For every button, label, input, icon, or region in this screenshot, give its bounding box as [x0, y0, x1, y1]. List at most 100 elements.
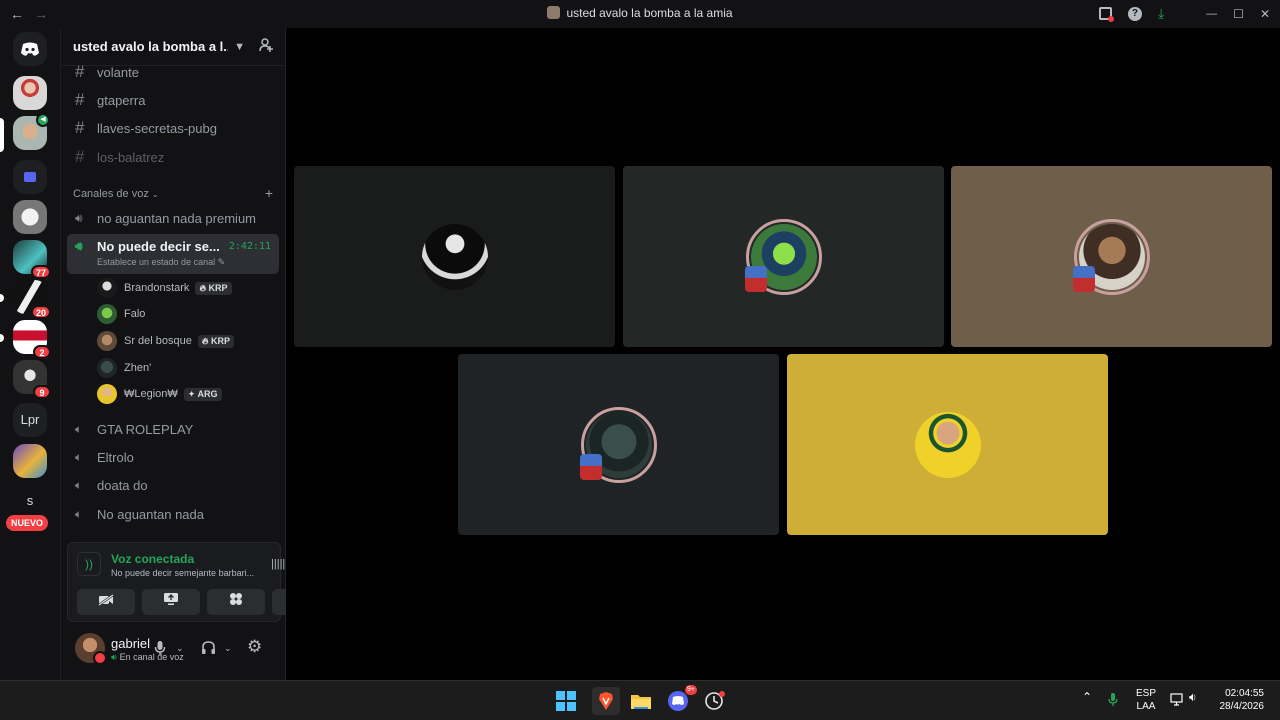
clock[interactable]: 02:04:55 28/4/2026 [1216, 687, 1265, 713]
participant-tile[interactable] [623, 166, 944, 347]
selected-server-pill [0, 118, 4, 152]
chevron-down-icon[interactable]: ⌄ [176, 643, 184, 654]
microphone-in-use-icon[interactable] [1108, 692, 1118, 711]
active-voice-channel[interactable]: 🔊︎ No puede decir se... 2:42:11 Establec… [67, 234, 279, 274]
new-badge: NUEVO [6, 515, 49, 531]
text-channel[interactable]: # volante [67, 59, 279, 85]
voice-member[interactable]: Zhen' [97, 356, 151, 380]
noise-suppression-icon[interactable]: ||||| [271, 558, 285, 570]
add-channel-icon[interactable]: + [265, 186, 273, 200]
pencil-icon[interactable]: ✎ [218, 257, 226, 267]
server-avatar-5[interactable]: 20 [13, 280, 51, 319]
server-folder[interactable] [13, 160, 47, 194]
avatar [97, 304, 117, 324]
voice-channel[interactable]: 🔈︎ doata do [67, 472, 279, 498]
voice-member[interactable]: Sr del bosque 🔥︎ KRP [97, 329, 235, 353]
server-avatar-8[interactable] [13, 444, 47, 478]
avatar [97, 278, 117, 298]
channel-name: gtaperra [97, 92, 146, 108]
chevron-down-icon: ⌄ [151, 190, 159, 199]
screen-share-button[interactable] [142, 589, 200, 615]
headphones-icon[interactable] [201, 640, 216, 658]
discord-taskbar-icon[interactable]: 9+ [667, 685, 697, 712]
avatar-decoration-figure [745, 266, 767, 292]
chevron-up-icon[interactable]: ⌃ [1082, 691, 1092, 704]
text-channel[interactable]: # los-balatrez [67, 144, 279, 170]
server-avatar-7[interactable]: 9 [13, 360, 51, 399]
minimize-button[interactable]: — [1206, 8, 1217, 20]
download-icon[interactable]: ⤓ [1158, 5, 1164, 22]
camera-off-button[interactable] [77, 589, 135, 615]
voice-channel[interactable]: 🔊︎ no aguantan nada premium [67, 205, 279, 231]
microphone-icon[interactable] [154, 640, 166, 659]
voice-member[interactable]: Brandonstark 🔥︎ KRP [97, 276, 232, 300]
voice-channel[interactable]: 🔈︎ GTA ROLEPLAY [67, 416, 279, 442]
participant-tile[interactable] [787, 354, 1108, 535]
add-user-icon[interactable] [259, 38, 273, 55]
hash-icon: # [75, 90, 85, 109]
server-name: usted avalo la bomba a l... [73, 39, 229, 54]
channel-status-prompt[interactable]: Establece un estado de canal [97, 257, 215, 267]
avatar [97, 358, 117, 378]
member-name: Brandonstark [124, 282, 190, 294]
user-avatar[interactable] [75, 633, 107, 665]
signal-icon[interactable]: )) [77, 552, 101, 576]
category-name: Canales de voz [73, 188, 149, 200]
server-avatar-2[interactable]: ◀ [13, 113, 50, 150]
help-icon[interactable]: ? [1127, 6, 1142, 21]
activities-button[interactable] [207, 589, 265, 615]
voice-member[interactable]: ₩Legion₩ ✦ ARG [97, 382, 222, 406]
voice-channel-sub[interactable]: No puede decir semejante barbari... [111, 568, 254, 578]
home-button[interactable] [13, 32, 47, 66]
participant-tile[interactable] [951, 166, 1272, 347]
channel-name: No aguantan nada [97, 506, 204, 522]
app-taskbar-icon[interactable] [704, 690, 726, 712]
voice-active-icon: ◀ [36, 113, 50, 127]
speaker-icon: 🔊︎ [111, 652, 117, 662]
server-icon [547, 6, 561, 19]
server-initials: s [13, 484, 47, 518]
avatar-decoration-figure [580, 454, 602, 480]
text-channel[interactable]: # llaves-secretas-pubg [67, 115, 279, 141]
gear-icon[interactable]: ⚙︎ [247, 637, 262, 657]
server-avatar-6[interactable]: 2 [13, 320, 51, 359]
server-avatar-1[interactable] [13, 76, 47, 110]
unread-pill [0, 334, 4, 342]
voice-connected-label[interactable]: Voz conectada [111, 552, 194, 566]
server-avatar-3[interactable] [13, 200, 47, 234]
username[interactable]: gabriel [111, 636, 150, 651]
close-button[interactable]: ✕ [1260, 7, 1270, 21]
server-s[interactable]: s [13, 484, 47, 518]
guild-tag: ✦ ARG [183, 387, 222, 401]
channel-name: llaves-secretas-pubg [97, 120, 217, 136]
keyboard-language[interactable]: ESP LAA [1136, 687, 1156, 713]
unread-badge: 2 [33, 345, 51, 359]
window-toolbar: ? ⤓ — ☐ ✕ [1098, 5, 1270, 22]
guild-tag: 🔥︎ KRP [197, 334, 235, 348]
participant-tile[interactable] [458, 354, 779, 535]
voice-channel[interactable]: 🔈︎ No aguantan nada [67, 501, 279, 527]
voice-category-header[interactable]: Canales de voz ⌄ + [73, 186, 273, 200]
window-title: usted avalo la bomba a la amia [0, 6, 1280, 20]
member-name: ₩Legion₩ [124, 388, 178, 400]
title-bar: ← → usted avalo la bomba a la amia ? ⤓ —… [0, 0, 1280, 28]
unread-pill [0, 294, 4, 302]
guild-tag: 🔥︎ KRP [195, 281, 232, 295]
voice-member[interactable]: Falo [97, 302, 145, 326]
voice-channel[interactable]: 🔈︎ Eltrolo [67, 444, 279, 470]
server-lpr[interactable]: Lpr [13, 403, 47, 437]
inbox-icon[interactable] [1098, 7, 1114, 22]
guild-tag-text: KRP [211, 335, 231, 346]
brave-browser-icon[interactable] [592, 687, 620, 715]
text-channel[interactable]: # gtaperra [67, 87, 279, 113]
volume-icon[interactable]: 🔉︎ [1189, 691, 1197, 704]
chevron-down-icon[interactable]: ⌄ [224, 643, 232, 654]
notification-badge: 9+ [685, 685, 697, 695]
maximize-button[interactable]: ☐ [1233, 7, 1244, 21]
server-avatar-4[interactable]: 77 [13, 240, 51, 279]
windows-start-icon[interactable] [555, 690, 577, 712]
participant-tile[interactable] [294, 166, 615, 347]
avatar-decoration-figure [1073, 266, 1095, 292]
file-explorer-icon[interactable] [630, 690, 652, 712]
network-icon[interactable] [1170, 692, 1184, 710]
